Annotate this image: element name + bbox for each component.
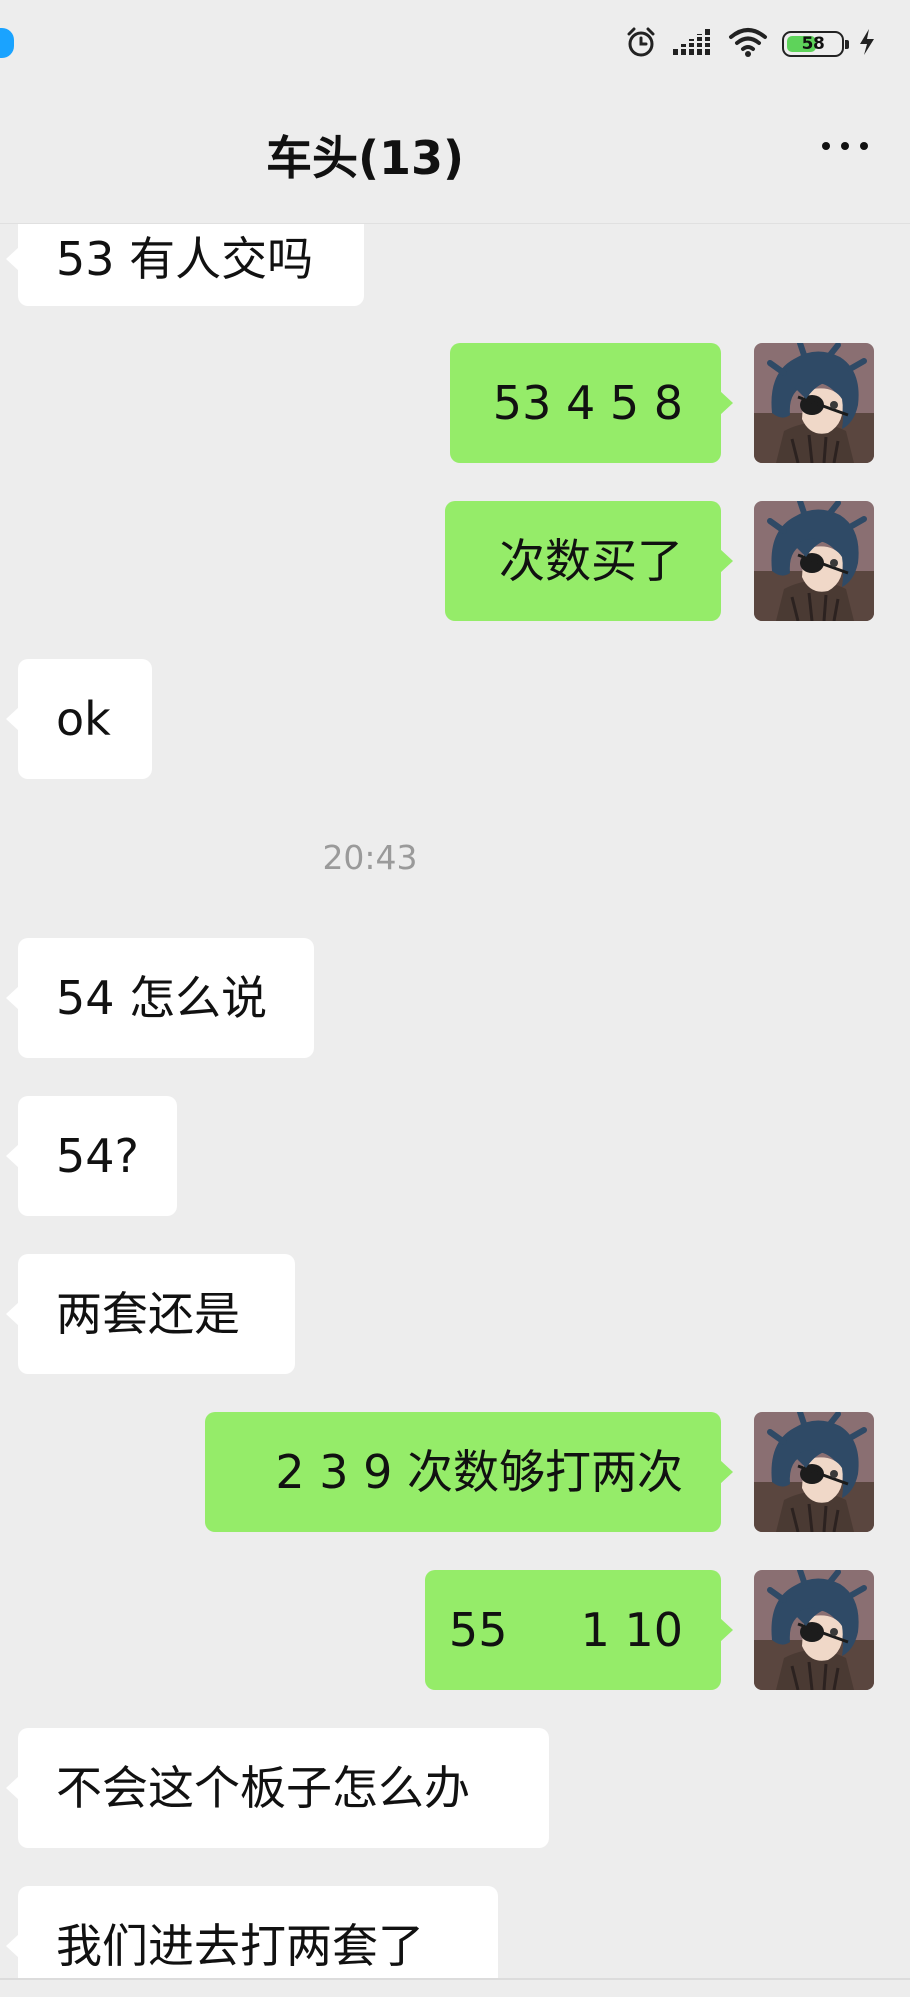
avatar[interactable] bbox=[754, 343, 874, 463]
wifi-icon bbox=[728, 26, 768, 62]
message-bubble-received[interactable]: 54 怎么说 bbox=[6, 938, 314, 1058]
message-list[interactable]: 53 有人交吗 53 4 5 8 次数买了 ok 20:43 54 怎么说 54… bbox=[0, 224, 910, 1997]
message-bubble-sent[interactable]: 次数买了 bbox=[445, 501, 733, 621]
qq-icon bbox=[0, 28, 14, 58]
message-bubble-sent[interactable]: 2 3 9 次数够打两次 bbox=[205, 1412, 733, 1532]
avatar[interactable] bbox=[754, 1570, 874, 1690]
more-dot bbox=[841, 142, 849, 150]
battery-level: 58 bbox=[801, 34, 825, 54]
alarm-clock-icon bbox=[624, 25, 658, 63]
battery-icon: 58 bbox=[782, 31, 849, 57]
signal-icon bbox=[672, 27, 714, 61]
message-bubble-received[interactable]: 54? bbox=[6, 1096, 177, 1216]
message-bubble-received[interactable]: ok bbox=[6, 659, 152, 779]
avatar[interactable] bbox=[754, 501, 874, 621]
avatar[interactable] bbox=[754, 1412, 874, 1532]
bottom-divider bbox=[0, 1978, 910, 1997]
more-dots-icon bbox=[822, 142, 830, 150]
status-icons: 58 bbox=[624, 24, 876, 64]
status-bar: 58 bbox=[0, 0, 910, 86]
battery-tip bbox=[845, 40, 849, 49]
message-timestamp: 20:43 bbox=[322, 838, 418, 877]
chat-header: 车头(13) bbox=[0, 86, 910, 224]
more-dot bbox=[860, 142, 868, 150]
message-bubble-sent[interactable]: 53 4 5 8 bbox=[450, 343, 733, 463]
message-bubble-received[interactable]: 53 有人交吗 bbox=[6, 224, 364, 306]
more-button[interactable] bbox=[810, 126, 880, 166]
message-bubble-sent[interactable]: 55 1 10 bbox=[425, 1570, 733, 1690]
chat-title: 车头(13) bbox=[265, 131, 465, 185]
charging-icon bbox=[858, 28, 876, 60]
message-bubble-received[interactable]: 不会这个板子怎么办 bbox=[6, 1728, 549, 1848]
message-bubble-received[interactable]: 两套还是 bbox=[6, 1254, 295, 1374]
